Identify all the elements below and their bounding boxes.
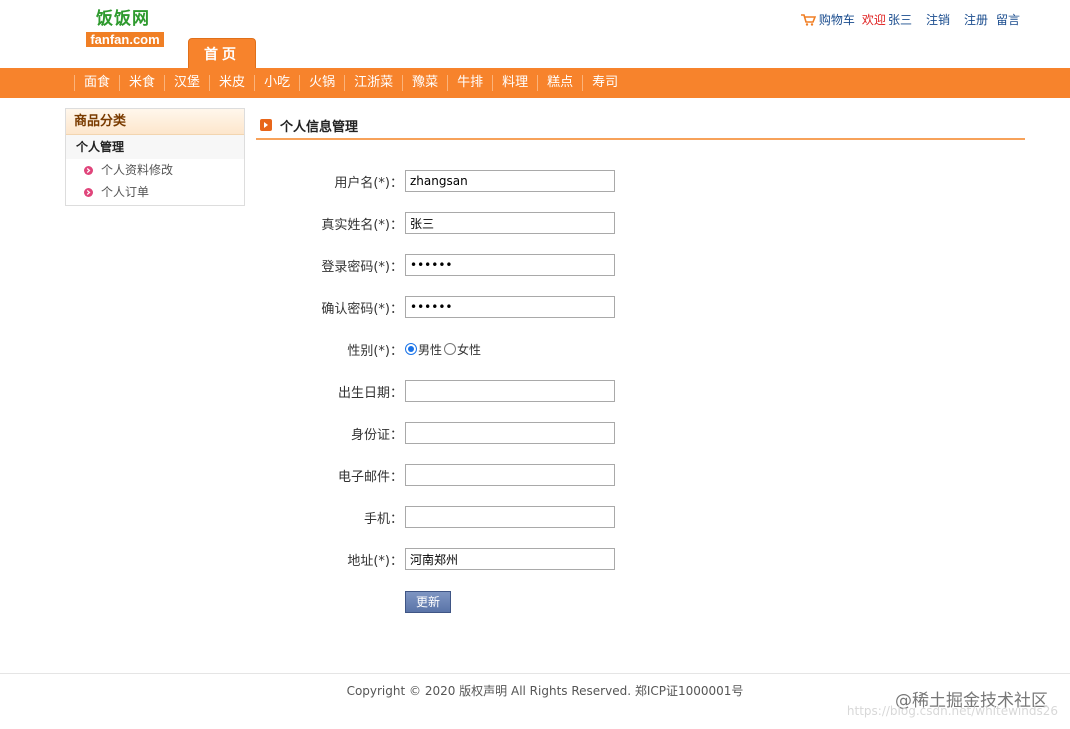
birthday-label: 出生日期：: [337, 385, 403, 401]
category-nav: 面食 米食 汉堡 米皮 小吃 火锅 江浙菜 豫菜 牛排 料理 糕点 寿司: [0, 68, 1070, 98]
idcard-label: 身份证：: [350, 427, 403, 443]
password-label: 登录密码(*)：: [321, 259, 403, 275]
idcard-input[interactable]: [405, 422, 615, 444]
phone-row: 手机：: [256, 506, 756, 528]
bullet-icon: [84, 165, 93, 175]
page-title-bar: 个人信息管理: [256, 112, 1025, 140]
password-input[interactable]: [405, 254, 615, 276]
cart-link[interactable]: 购物车: [819, 11, 855, 28]
nav-item[interactable]: 寿司: [582, 75, 627, 91]
register-link[interactable]: 注册: [964, 11, 988, 28]
gender-male-radio[interactable]: [405, 343, 417, 355]
cart-icon: [800, 13, 816, 26]
page-title: 个人信息管理: [280, 119, 359, 135]
logout-link[interactable]: 注销: [926, 11, 950, 28]
password-row: 登录密码(*)：: [256, 254, 756, 276]
username-input[interactable]: [405, 170, 615, 192]
username-text: 张三: [887, 13, 912, 27]
sidebar-item-label: 个人资料修改: [101, 163, 174, 177]
confirm-password-input[interactable]: [405, 296, 615, 318]
sidebar-item-label: 个人订单: [101, 185, 150, 199]
gender-female-radio[interactable]: [444, 343, 457, 355]
email-row: 电子邮件：: [256, 464, 756, 486]
nav-item[interactable]: 米食: [119, 75, 164, 91]
realname-row: 真实姓名(*)：: [256, 212, 756, 234]
bullet-icon: [84, 187, 93, 197]
nav-item[interactable]: 江浙菜: [344, 75, 402, 91]
nav-item[interactable]: 面食: [74, 75, 119, 91]
address-row: 地址(*)：: [256, 548, 756, 570]
address-label: 地址(*)：: [347, 553, 403, 569]
sidebar: 商品分类 个人管理 个人资料修改 个人订单: [65, 108, 245, 206]
gender-female-label: 女性: [457, 342, 482, 357]
address-input[interactable]: [405, 548, 615, 570]
phone-label: 手机：: [363, 511, 403, 527]
sidebar-title: 商品分类: [66, 109, 244, 135]
nav-item[interactable]: 汉堡: [164, 75, 209, 91]
logo-text-cn: 饭饭网: [96, 9, 150, 29]
email-input[interactable]: [405, 464, 615, 486]
sidebar-group-title: 个人管理: [66, 135, 244, 159]
nav-item[interactable]: 火锅: [299, 75, 344, 91]
email-label: 电子邮件：: [337, 469, 403, 485]
sidebar-item-orders[interactable]: 个人订单: [66, 181, 244, 203]
watermark-url: https://blog.csdn.net/whitewinds26: [846, 704, 1058, 718]
gender-row: 性别(*)： 男性 女性: [256, 338, 756, 360]
arrow-icon: [260, 119, 272, 131]
welcome-text: 欢迎: [861, 13, 886, 27]
nav-item[interactable]: 料理: [492, 75, 537, 91]
username-row: 用户名(*)：: [256, 170, 756, 192]
birthday-input[interactable]: [405, 380, 615, 402]
nav-item[interactable]: 米皮: [209, 75, 254, 91]
idcard-row: 身份证：: [256, 422, 756, 444]
nav-item[interactable]: 糕点: [537, 75, 582, 91]
phone-input[interactable]: [405, 506, 615, 528]
nav-list: 面食 米食 汉堡 米皮 小吃 火锅 江浙菜 豫菜 牛排 料理 糕点 寿司: [74, 68, 627, 98]
gender-male-label: 男性: [418, 342, 443, 357]
gender-label: 性别(*)：: [347, 343, 403, 359]
top-links: 购物车 欢迎 张三 注销 注册 留言: [800, 11, 1020, 28]
header: 饭饭网 fanfan.com 首页 购物车 欢迎 张三 注销 注册 留言: [0, 0, 1070, 68]
update-button[interactable]: 更新: [405, 591, 451, 613]
nav-item[interactable]: 牛排: [447, 75, 492, 91]
birthday-row: 出生日期：: [256, 380, 756, 402]
realname-input[interactable]: [405, 212, 615, 234]
tab-home[interactable]: 首页: [188, 38, 256, 68]
sidebar-item-profile-edit[interactable]: 个人资料修改: [66, 159, 244, 181]
footer: Copyright © 2020 版权声明 All Rights Reserve…: [0, 673, 1070, 729]
gender-radio-group: 男性 女性: [405, 338, 483, 360]
confirm-password-row: 确认密码(*)：: [256, 296, 756, 318]
message-link[interactable]: 留言: [996, 11, 1020, 28]
realname-label: 真实姓名(*)：: [321, 217, 403, 233]
site-logo[interactable]: 饭饭网 fanfan.com: [86, 8, 164, 47]
username-label: 用户名(*)：: [334, 175, 403, 191]
nav-item[interactable]: 小吃: [254, 75, 299, 91]
logo-text-en: fanfan.com: [86, 32, 164, 47]
nav-item[interactable]: 豫菜: [402, 75, 447, 91]
confirm-password-label: 确认密码(*)：: [321, 301, 403, 317]
